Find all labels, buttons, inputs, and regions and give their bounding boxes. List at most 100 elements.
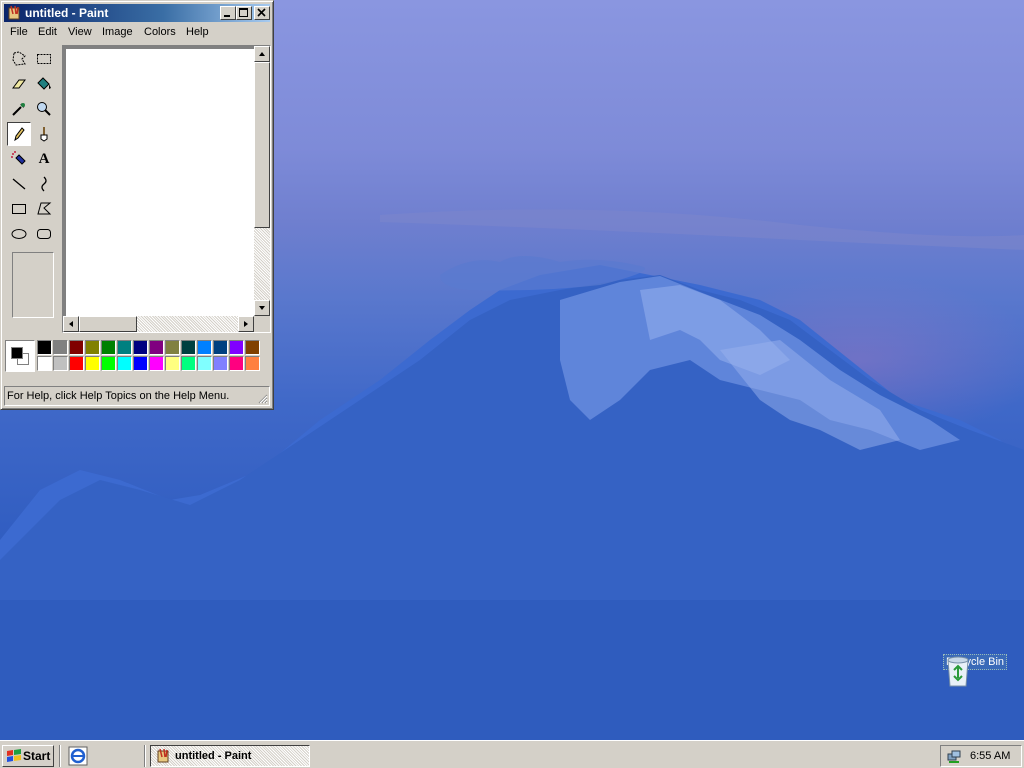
palette-swatch[interactable] <box>117 356 132 371</box>
magnifier-icon <box>37 102 51 116</box>
tool-ellipse[interactable] <box>7 222 31 246</box>
network-icon[interactable] <box>946 749 962 765</box>
tool-options-panel[interactable] <box>12 252 54 318</box>
palette-swatch[interactable] <box>245 356 260 371</box>
palette-swatch[interactable] <box>213 356 228 371</box>
palette-swatch[interactable] <box>165 356 180 371</box>
tool-polygon[interactable] <box>32 197 56 221</box>
palette-swatch[interactable] <box>37 340 52 355</box>
tool-line[interactable] <box>7 172 31 196</box>
maximize-icon <box>239 8 248 17</box>
tool-brush[interactable] <box>32 122 56 146</box>
vertical-scroll-thumb[interactable] <box>254 62 270 228</box>
scroll-down-button[interactable] <box>254 300 270 316</box>
start-label: Start <box>23 749 51 763</box>
palette-swatch[interactable] <box>197 356 212 371</box>
menu-image[interactable]: Image <box>102 26 133 38</box>
palette-swatch[interactable] <box>37 356 52 371</box>
maximize-button[interactable] <box>236 6 252 20</box>
clock[interactable]: 6:55 AM <box>970 750 1010 762</box>
scroll-right-button[interactable] <box>238 316 254 332</box>
ellipse-icon <box>11 229 27 239</box>
menu-colors[interactable]: Colors <box>144 26 176 38</box>
select-icon <box>37 54 51 64</box>
menu-help[interactable]: Help <box>186 26 209 38</box>
palette-swatch[interactable] <box>101 356 116 371</box>
tool-pick-color[interactable] <box>7 97 31 121</box>
menu-view[interactable]: View <box>68 26 92 38</box>
polygon-icon <box>37 202 52 215</box>
minimize-button[interactable] <box>220 6 236 20</box>
tool-pencil[interactable] <box>7 122 31 146</box>
free-form-select-icon <box>12 51 26 66</box>
foreground-color <box>11 347 23 359</box>
tool-free-form-select[interactable] <box>7 47 31 71</box>
palette-swatch[interactable] <box>85 340 100 355</box>
palette-swatch[interactable] <box>181 340 196 355</box>
taskbar: Start untitled - Paint 6:55 AM <box>0 740 1024 768</box>
minimize-icon <box>224 15 230 17</box>
tool-rounded-rectangle[interactable] <box>32 222 56 246</box>
palette-swatch[interactable] <box>213 340 228 355</box>
arrow-down-icon <box>259 306 265 310</box>
palette-swatch[interactable] <box>149 340 164 355</box>
palette-swatch[interactable] <box>197 340 212 355</box>
scroll-up-button[interactable] <box>254 46 270 62</box>
tool-fill-with-color[interactable] <box>32 72 56 96</box>
rounded-rectangle-icon <box>37 229 51 239</box>
menu-edit[interactable]: Edit <box>38 26 57 38</box>
paint-icon <box>8 5 20 20</box>
status-text: For Help, click Help Topics on the Help … <box>7 390 230 402</box>
tool-eraser[interactable] <box>7 72 31 96</box>
tool-curve[interactable] <box>32 172 56 196</box>
palette-swatch[interactable] <box>117 340 132 355</box>
window-title: untitled - Paint <box>25 6 109 20</box>
scroll-left-button[interactable] <box>63 316 79 332</box>
desktop-icon-recycle-bin[interactable]: Recycle Bin <box>942 654 1008 687</box>
line-icon <box>12 178 26 190</box>
current-colors <box>5 340 35 372</box>
tool-rectangle[interactable] <box>7 197 31 221</box>
palette-swatch[interactable] <box>69 356 84 371</box>
palette-swatch[interactable] <box>133 340 148 355</box>
curve-icon <box>41 176 47 192</box>
palette-swatch[interactable] <box>229 340 244 355</box>
menu-file[interactable]: File <box>10 26 28 38</box>
tool-magnifier[interactable] <box>32 97 56 121</box>
horizontal-scrollbar[interactable] <box>63 316 254 332</box>
palette-swatch[interactable] <box>133 356 148 371</box>
palette-swatch[interactable] <box>53 340 68 355</box>
scroll-corner <box>254 316 270 332</box>
tool-text[interactable]: A <box>32 147 56 171</box>
title-bar[interactable]: untitled - Paint <box>4 4 270 22</box>
palette-swatch[interactable] <box>149 356 164 371</box>
windows-logo-icon <box>7 749 21 762</box>
palette-swatch[interactable] <box>85 356 100 371</box>
palette-swatch[interactable] <box>101 340 116 355</box>
rectangle-icon <box>12 204 26 214</box>
tool-airbrush[interactable] <box>7 147 31 171</box>
color-palette <box>5 340 269 376</box>
canvas-area <box>62 45 271 333</box>
close-button[interactable] <box>254 6 270 20</box>
start-button[interactable]: Start <box>2 745 54 767</box>
system-tray: 6:55 AM <box>940 745 1022 767</box>
drawing-canvas[interactable] <box>66 49 254 317</box>
paint-window[interactable]: untitled - Paint File Edit View Image Co… <box>0 0 274 410</box>
pencil-icon <box>14 127 25 142</box>
taskbar-button-paint[interactable]: untitled - Paint <box>150 745 310 767</box>
palette-swatch[interactable] <box>229 356 244 371</box>
horizontal-scroll-thumb[interactable] <box>79 316 137 332</box>
brush-icon <box>40 127 48 142</box>
palette-swatch[interactable] <box>245 340 260 355</box>
vertical-scrollbar[interactable] <box>254 46 270 316</box>
palette-swatch[interactable] <box>165 340 180 355</box>
palette-swatch[interactable] <box>53 356 68 371</box>
palette-swatch[interactable] <box>69 340 84 355</box>
tool-select[interactable] <box>32 47 56 71</box>
internet-explorer-icon[interactable] <box>68 746 88 766</box>
resize-grip-icon[interactable] <box>256 392 268 404</box>
airbrush-icon <box>11 151 26 165</box>
palette-swatch[interactable] <box>181 356 196 371</box>
text-tool-icon: A <box>38 150 50 167</box>
